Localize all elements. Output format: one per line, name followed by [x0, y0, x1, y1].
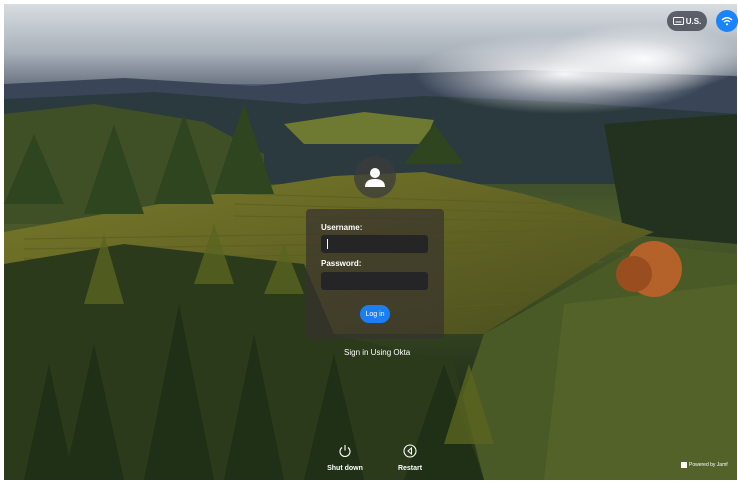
username-label: Username: [321, 223, 363, 232]
wifi-icon [721, 17, 733, 26]
username-field-wrapper [306, 235, 444, 253]
keyboard-layout-menu[interactable]: U.S. [667, 11, 707, 31]
powered-by-label: Powered by Jamf [689, 462, 728, 468]
login-button[interactable]: Log in [360, 305, 390, 323]
keyboard-icon [672, 17, 684, 25]
username-field[interactable] [321, 235, 428, 253]
restart-button[interactable]: Restart [390, 443, 430, 472]
password-label: Password: [321, 259, 362, 268]
okta-sign-in-link[interactable]: Sign in Using Okta [344, 348, 410, 357]
person-icon [365, 168, 385, 187]
user-avatar [354, 156, 396, 198]
keyboard-layout-label: U.S. [685, 16, 702, 26]
text-cursor [327, 239, 328, 249]
shutdown-label: Shut down [327, 465, 363, 472]
restart-icon [403, 444, 417, 458]
password-field[interactable] [321, 272, 428, 290]
jamf-branding: Powered by Jamf [681, 462, 728, 468]
jamf-logo-icon [681, 462, 687, 468]
login-panel: Username: Password: Log in [306, 209, 444, 339]
wifi-menu-button[interactable] [716, 10, 738, 32]
power-icon [339, 445, 351, 458]
restart-label: Restart [397, 465, 423, 472]
shutdown-button[interactable]: Shut down [325, 443, 365, 472]
